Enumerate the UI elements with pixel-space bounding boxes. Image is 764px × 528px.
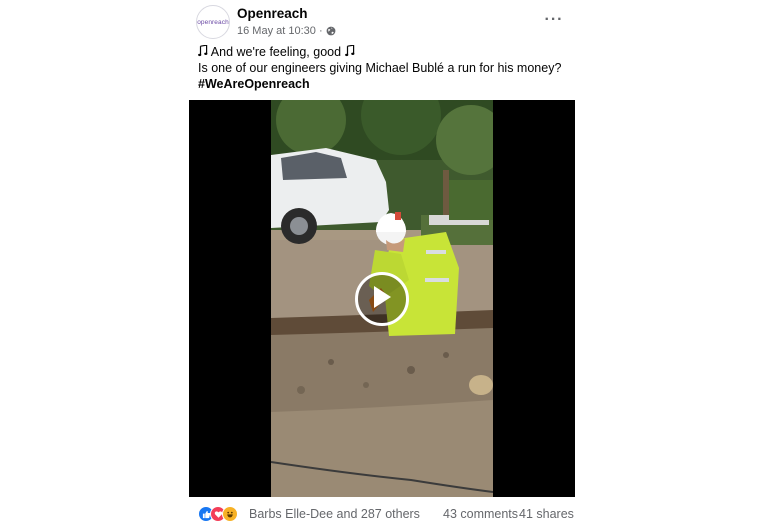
play-button[interactable] [355, 272, 409, 326]
page-name-link[interactable]: Openreach [237, 6, 308, 21]
post-text-line-1: And we're feeling, good [198, 44, 561, 60]
reaction-names[interactable]: Barbs Elle-Dee and 287 others [249, 507, 420, 521]
more-options-icon: ··· [544, 11, 564, 28]
post-text-line-1-content: And we're feeling, good [210, 45, 342, 59]
play-icon [371, 284, 393, 315]
video-player[interactable] [189, 100, 575, 497]
avatar-logo-text: openreach [197, 18, 229, 26]
post-text-line-2: Is one of our engineers giving Michael B… [198, 61, 562, 75]
post-text: And we're feeling, good Is one of our en… [198, 44, 561, 92]
globe-icon [326, 26, 336, 36]
music-note-icon [344, 44, 355, 57]
shares-count[interactable]: 41 shares [519, 507, 574, 521]
post-timestamp[interactable]: 16 May at 10:30 · [237, 25, 323, 37]
haha-reaction-icon [222, 506, 238, 522]
hashtag-link[interactable]: #WeAreOpenreach [198, 76, 561, 92]
more-options-button[interactable]: ··· [540, 10, 568, 30]
post-meta: 16 May at 10:30 · [237, 25, 336, 37]
facebook-post: openreach Openreach 16 May at 10:30 · ··… [0, 0, 764, 528]
page-avatar[interactable]: openreach [196, 5, 230, 39]
comments-count[interactable]: 43 comments [443, 507, 518, 521]
music-note-icon [198, 44, 208, 57]
reaction-icons[interactable] [198, 506, 238, 522]
